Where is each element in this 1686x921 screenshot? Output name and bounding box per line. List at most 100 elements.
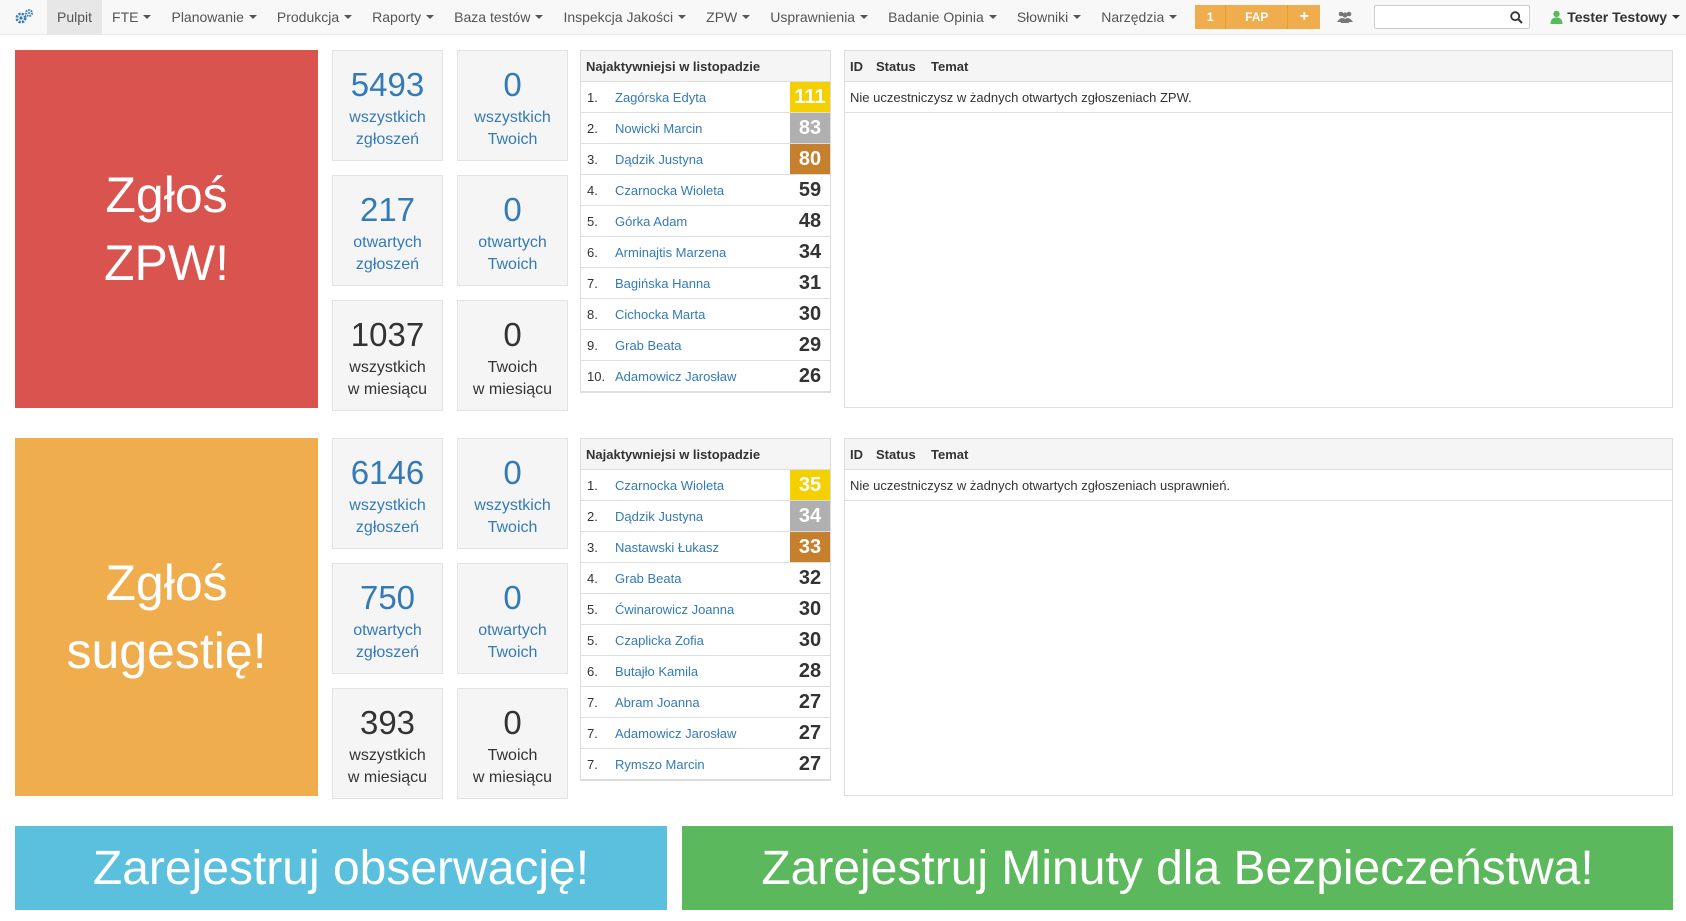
stat-value: 0 (503, 579, 522, 616)
ranking-score: 59 (798, 178, 822, 201)
app-logo-cogs-icon[interactable] (0, 0, 47, 35)
nav-item-inspekcja-jakości[interactable]: Inspekcja Jakości (553, 0, 696, 35)
chevron-down-icon (1073, 15, 1082, 19)
ranking-list: 1. Zagórska Edyta 111 2. Nowicki Marcin 83 3. D… (581, 82, 830, 392)
ranking-person-link[interactable]: Czarnocka Wioleta (615, 175, 790, 205)
stat-tile[interactable]: 393 wszystkich w miesiącu (332, 688, 443, 799)
stat-value: 0 (503, 316, 522, 353)
nav-item-narzędzia[interactable]: Narzędzia (1091, 0, 1187, 35)
ranking-score: 27 (798, 752, 822, 775)
tile-line1: Zgłoś (105, 167, 228, 223)
ranking-person-link[interactable]: Arminajtis Marzena (615, 237, 790, 267)
ranking-person-link[interactable]: Ćwinarowicz Joanna (615, 594, 790, 624)
ranking-person-link[interactable]: Abram Joanna (615, 687, 790, 717)
nav-item-label: Narzędzia (1101, 9, 1165, 25)
ranking-person-link[interactable]: Zagórska Edyta (615, 82, 790, 112)
nav-item-label: Raporty (372, 9, 422, 25)
stat-tile[interactable]: 750 otwartych zgłoszeń (332, 563, 443, 674)
ranking-score: 111 (790, 82, 830, 112)
report-zpw-tile[interactable]: Zgłoś ZPW! (15, 50, 318, 408)
stat-label-line1: otwartych (353, 234, 422, 251)
user-menu[interactable]: Tester Testowy (1550, 9, 1681, 25)
ranking-person-link[interactable]: Nastawski Łukasz (615, 532, 790, 562)
ranking-position: 3. (587, 539, 598, 555)
register-safety-minutes-button[interactable]: Zarejestruj Minuty dla Bezpieczeństwa! (682, 826, 1673, 910)
stat-label-line2: w miesiącu (347, 769, 428, 786)
nav-item-pulpit[interactable]: Pulpit (47, 0, 103, 35)
ranking-person-link[interactable]: Czarnocka Wioleta (615, 470, 790, 500)
ranking-row: 10. Adamowicz Jarosław 26 (581, 361, 830, 392)
stat-label: wszystkich w miesiącu (333, 745, 442, 789)
ranking-score: 30 (798, 628, 822, 651)
fap-button[interactable]: FAP (1226, 5, 1289, 29)
main-menu: Pulpit FTE Planowanie Produkcja Raporty Baza … (47, 0, 1187, 35)
ranking-person-link[interactable]: Górka Adam (615, 206, 790, 236)
stat-tile[interactable]: 0 wszystkich Twoich (457, 50, 568, 161)
stat-label: otwartych zgłoszeń (333, 620, 442, 664)
chevron-down-icon (143, 15, 152, 19)
stat-tile[interactable]: 1037 wszystkich w miesiącu (332, 300, 443, 411)
chevron-down-icon (988, 15, 997, 19)
nav-item-produkcja[interactable]: Produkcja (267, 0, 362, 35)
nav-item-badanie-opinia[interactable]: Badanie Opinia (878, 0, 1007, 35)
stat-value: 1037 (350, 316, 425, 353)
nav-item-fte[interactable]: FTE (102, 0, 161, 35)
ranking-position: 8. (587, 306, 598, 322)
stat-tile[interactable]: 0 otwartych Twoich (457, 563, 568, 674)
chevron-down-icon (248, 15, 257, 19)
ranking-person-link[interactable]: Nowicki Marcin (615, 113, 790, 143)
ranking-person-link[interactable]: Czaplicka Zofia (615, 625, 790, 655)
ranking-position: 5. (587, 601, 598, 617)
stat-value: 750 (359, 579, 416, 616)
ranking-person-link[interactable]: Dądzik Justyna (615, 144, 790, 174)
stat-tile[interactable]: 0 Twoich w miesiącu (457, 300, 568, 411)
search-icon[interactable] (1510, 10, 1523, 24)
stat-label: wszystkich zgłoszeń (333, 495, 442, 539)
ranking-position: 7. (587, 694, 598, 710)
stat-tile[interactable]: 5493 wszystkich zgłoszeń (332, 50, 443, 161)
stat-label-line1: wszystkich (349, 497, 426, 514)
report-suggestion-tile[interactable]: Zgłoś sugestię! (15, 438, 318, 796)
ranking-person-link[interactable]: Adamowicz Jarosław (615, 361, 790, 391)
ranking-person-link[interactable]: Adamowicz Jarosław (615, 718, 790, 748)
ranking-person-link[interactable]: Bagińska Hanna (615, 268, 790, 298)
tile-line2: sugestię! (66, 623, 267, 679)
nav-item-raporty[interactable]: Raporty (362, 0, 444, 35)
stat-label: otwartych Twoich (458, 620, 567, 664)
ranking-person-link[interactable]: Grab Beata (615, 563, 790, 593)
col-topic: Temat (931, 58, 969, 74)
search-input[interactable] (1374, 5, 1531, 29)
fap-add-button[interactable]: + (1288, 5, 1321, 29)
ranking-person-link[interactable]: Cichocka Marta (615, 299, 790, 329)
stat-label: wszystkich Twoich (458, 107, 567, 151)
ranking-person-link[interactable]: Butajło Kamila (615, 656, 790, 686)
stat-tile[interactable]: 0 wszystkich Twoich (457, 438, 568, 549)
nav-item-zpw[interactable]: ZPW (696, 0, 760, 35)
ranking-person-link[interactable]: Dądzik Justyna (615, 501, 790, 531)
stat-value: 0 (503, 454, 522, 491)
ranking-position: 6. (587, 663, 598, 679)
stat-label-line1: otwartych (353, 622, 422, 639)
register-observation-button[interactable]: Zarejestruj obserwację! (15, 826, 667, 910)
nav-item-słowniki[interactable]: Słowniki (1007, 0, 1091, 35)
ranking-title: Najaktywniejsi w listopadzie (581, 51, 830, 82)
users-icon[interactable] (1320, 0, 1370, 35)
ranking-position: 4. (587, 182, 598, 198)
ranking-person-link[interactable]: Rymszo Marcin (615, 749, 790, 779)
col-id: ID (850, 446, 863, 462)
ranking-score: 29 (798, 333, 822, 356)
nav-item-baza-testów[interactable]: Baza testów (444, 0, 553, 35)
stat-tile[interactable]: 6146 wszystkich zgłoszeń (332, 438, 443, 549)
stat-label-line1: Twoich (487, 747, 538, 764)
stat-tile[interactable]: 0 Twoich w miesiącu (457, 688, 568, 799)
stat-tile[interactable]: 217 otwartych zgłoszeń (332, 175, 443, 286)
nav-item-planowanie[interactable]: Planowanie (161, 0, 266, 35)
nav-item-usprawnienia[interactable]: Usprawnienia (760, 0, 878, 35)
ranking-row: 1. Czarnocka Wioleta 35 (581, 470, 830, 501)
ranking-score: 80 (790, 144, 830, 174)
tile-line1: Zgłoś (105, 555, 228, 611)
ranking-row: 6. Butajło Kamila 28 (581, 656, 830, 687)
ranking-person-link[interactable]: Grab Beata (615, 330, 790, 360)
stat-tile[interactable]: 0 otwartych Twoich (457, 175, 568, 286)
fap-count-badge[interactable]: 1 (1195, 5, 1227, 29)
